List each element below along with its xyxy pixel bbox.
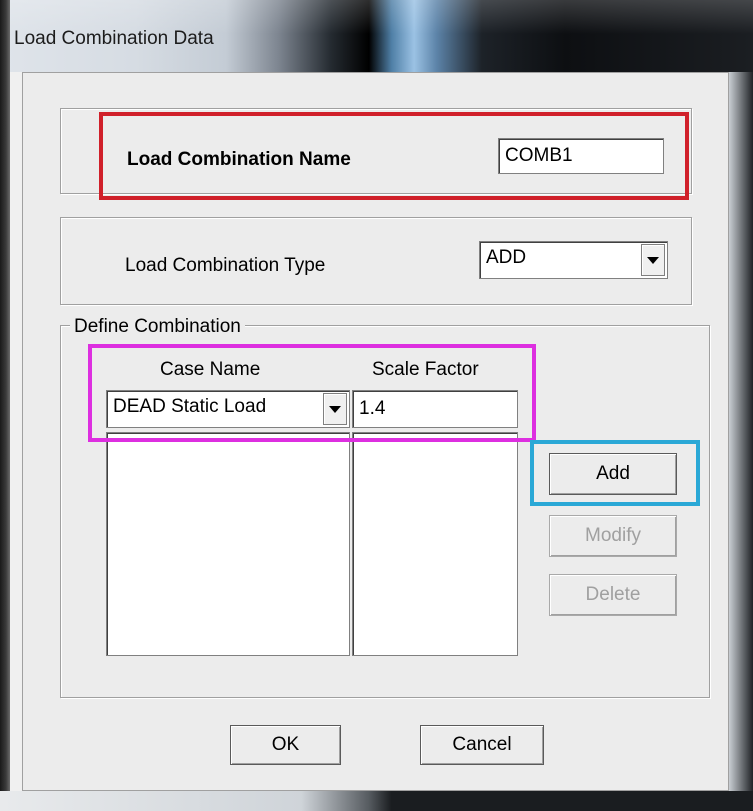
case-input-highlight bbox=[88, 344, 536, 442]
cancel-button[interactable]: Cancel bbox=[420, 725, 544, 765]
window-right-edge bbox=[729, 72, 753, 791]
combination-type-value: ADD bbox=[486, 247, 527, 268]
define-combination-title: Define Combination bbox=[70, 316, 245, 338]
dropdown-button[interactable] bbox=[641, 244, 665, 276]
combination-type-label: Load Combination Type bbox=[125, 255, 326, 276]
window-bottom-edge bbox=[0, 791, 753, 811]
case-name-list[interactable] bbox=[106, 432, 350, 656]
ok-button[interactable]: OK bbox=[230, 725, 341, 765]
window-left-edge bbox=[0, 0, 10, 811]
chevron-down-icon bbox=[647, 256, 659, 264]
dialog-client-area: Load Combination Name Load Combination T… bbox=[22, 72, 729, 791]
modify-button[interactable]: Modify bbox=[549, 515, 677, 557]
add-button-highlight bbox=[530, 440, 700, 506]
combination-type-select[interactable]: ADD bbox=[479, 241, 668, 279]
title-bar[interactable]: Load Combination Data bbox=[0, 0, 753, 72]
delete-button[interactable]: Delete bbox=[549, 574, 677, 616]
scale-factor-list[interactable] bbox=[352, 432, 518, 656]
load-combination-dialog: Load Combination Data Load Combination N… bbox=[0, 0, 753, 811]
combination-name-highlight bbox=[99, 112, 689, 200]
window-title: Load Combination Data bbox=[14, 28, 214, 49]
